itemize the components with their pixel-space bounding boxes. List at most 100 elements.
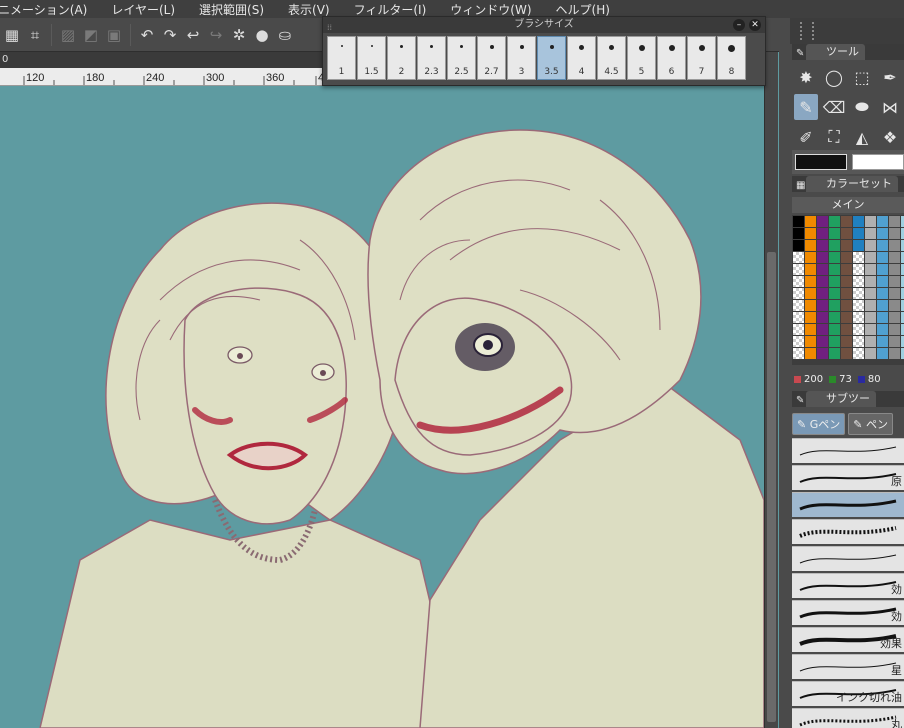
color-swatch[interactable] bbox=[805, 264, 816, 275]
color-swatch[interactable] bbox=[829, 336, 840, 347]
color-swatch[interactable] bbox=[805, 216, 816, 227]
color-swatch[interactable] bbox=[889, 240, 900, 251]
color-swatch[interactable] bbox=[889, 348, 900, 359]
color-swatch[interactable] bbox=[889, 288, 900, 299]
color-swatch[interactable] bbox=[889, 276, 900, 287]
color-swatch[interactable] bbox=[865, 312, 876, 323]
color-swatch[interactable] bbox=[877, 324, 888, 335]
color-swatch[interactable] bbox=[829, 348, 840, 359]
brush-size-option[interactable]: 4.5 bbox=[597, 36, 626, 80]
brush-size-option[interactable]: 5 bbox=[627, 36, 656, 80]
color-swatch[interactable] bbox=[877, 252, 888, 263]
color-swatch[interactable] bbox=[889, 216, 900, 227]
menu-help[interactable]: ヘルプ(H) bbox=[556, 1, 620, 18]
brush-size-option[interactable]: 1.5 bbox=[357, 36, 386, 80]
grip-icon[interactable]: ⁞⁞ bbox=[327, 20, 332, 36]
color-swatch[interactable] bbox=[889, 324, 900, 335]
minimize-icon[interactable]: – bbox=[733, 19, 745, 31]
color-swatch[interactable] bbox=[817, 228, 828, 239]
color-swatch[interactable] bbox=[829, 312, 840, 323]
color-swatch[interactable] bbox=[865, 336, 876, 347]
color-swatch[interactable] bbox=[829, 288, 840, 299]
brush-size-option[interactable]: 2 bbox=[387, 36, 416, 80]
color-swatch[interactable] bbox=[889, 228, 900, 239]
color-swatch[interactable] bbox=[793, 288, 804, 299]
color-swatch[interactable] bbox=[817, 216, 828, 227]
color-swatch[interactable] bbox=[817, 348, 828, 359]
color-swatch[interactable] bbox=[829, 228, 840, 239]
color-swatch[interactable] bbox=[817, 324, 828, 335]
color-swatch[interactable] bbox=[817, 312, 828, 323]
color-swatch[interactable] bbox=[853, 336, 864, 347]
color-swatch[interactable] bbox=[793, 300, 804, 311]
color-swatch[interactable] bbox=[841, 288, 852, 299]
color-swatch[interactable] bbox=[841, 324, 852, 335]
eraser-tool-icon[interactable]: ⌫ bbox=[822, 94, 846, 120]
color-set-header[interactable]: ▦ カラーセット bbox=[792, 176, 904, 192]
tool-panel-header[interactable]: ✎ ツール bbox=[792, 44, 904, 60]
fill-tool-icon[interactable]: ⛶ bbox=[822, 124, 846, 150]
color-swatch[interactable] bbox=[805, 324, 816, 335]
color-swatch[interactable] bbox=[805, 252, 816, 263]
color-swatch[interactable] bbox=[793, 324, 804, 335]
brush-size-option[interactable]: 4 bbox=[567, 36, 596, 80]
color-swatch[interactable] bbox=[865, 324, 876, 335]
color-swatch[interactable] bbox=[817, 336, 828, 347]
color-swatch[interactable] bbox=[829, 276, 840, 287]
sub-tool-brush-item[interactable]: 効 bbox=[792, 573, 904, 598]
color-swatch[interactable] bbox=[853, 288, 864, 299]
undo-icon[interactable]: ↩ bbox=[183, 24, 203, 46]
sub-tool-brush-item[interactable]: 原 bbox=[792, 465, 904, 490]
sub-color-swatch[interactable] bbox=[852, 154, 904, 170]
sub-tool-brush-item[interactable]: インク切れ油 bbox=[792, 681, 904, 706]
pen-tool-icon[interactable]: ✎ bbox=[794, 94, 818, 120]
color-swatch[interactable] bbox=[805, 240, 816, 251]
brush-size-option[interactable]: 6 bbox=[657, 36, 686, 80]
menu-layer[interactable]: レイヤー(L) bbox=[111, 1, 185, 18]
menu-window[interactable]: ウィンドウ(W) bbox=[450, 1, 541, 18]
gradient-tool-icon[interactable]: ◭ bbox=[850, 124, 874, 150]
marquee-tool-icon[interactable]: ⬚ bbox=[850, 64, 874, 90]
color-swatch[interactable] bbox=[841, 216, 852, 227]
color-swatch[interactable] bbox=[793, 228, 804, 239]
color-swatch[interactable] bbox=[865, 348, 876, 359]
select-icon[interactable]: ▣ bbox=[104, 24, 124, 46]
color-swatch[interactable] bbox=[793, 312, 804, 323]
color-swatch[interactable] bbox=[805, 312, 816, 323]
pattern-tool-icon[interactable]: ❖ bbox=[878, 124, 902, 150]
sub-tool-brush-item[interactable]: 星 bbox=[792, 654, 904, 679]
color-swatch[interactable] bbox=[865, 276, 876, 287]
color-swatch[interactable] bbox=[841, 264, 852, 275]
color-swatch[interactable] bbox=[889, 252, 900, 263]
lasso-tool-icon[interactable]: ◯ bbox=[822, 64, 846, 90]
color-swatch[interactable] bbox=[817, 252, 828, 263]
color-swatch[interactable] bbox=[865, 300, 876, 311]
color-swatch[interactable] bbox=[793, 252, 804, 263]
brush-tool-icon[interactable]: ✐ bbox=[794, 124, 818, 150]
sub-tool-header[interactable]: ✎ サブツー bbox=[792, 391, 904, 407]
bucket-icon[interactable]: ⛀ bbox=[275, 24, 295, 46]
color-swatch[interactable] bbox=[853, 324, 864, 335]
color-swatch[interactable] bbox=[805, 336, 816, 347]
color-swatch[interactable] bbox=[841, 300, 852, 311]
tab-pen[interactable]: ✎ ペン bbox=[848, 413, 893, 435]
color-swatch[interactable] bbox=[877, 276, 888, 287]
clear-icon[interactable]: ▨ bbox=[58, 24, 78, 46]
color-swatch[interactable] bbox=[829, 300, 840, 311]
color-swatch[interactable] bbox=[889, 336, 900, 347]
color-swatch[interactable] bbox=[853, 252, 864, 263]
color-swatch[interactable] bbox=[793, 336, 804, 347]
color-set-name[interactable]: メイン bbox=[792, 197, 904, 213]
sparkle-tool-icon[interactable]: ✸ bbox=[794, 64, 818, 90]
menu-selection[interactable]: 選択範囲(S) bbox=[199, 1, 274, 18]
color-swatch[interactable] bbox=[841, 252, 852, 263]
sub-tool-brush-item[interactable] bbox=[792, 438, 904, 463]
color-swatch[interactable] bbox=[817, 288, 828, 299]
rotate-right-icon[interactable]: ↷ bbox=[160, 24, 180, 46]
color-swatch[interactable] bbox=[841, 276, 852, 287]
redo-icon[interactable]: ↪ bbox=[206, 24, 226, 46]
menu-filter[interactable]: フィルター(I) bbox=[354, 1, 437, 18]
color-swatch[interactable] bbox=[817, 240, 828, 251]
color-swatch[interactable] bbox=[805, 276, 816, 287]
color-swatch[interactable] bbox=[889, 264, 900, 275]
